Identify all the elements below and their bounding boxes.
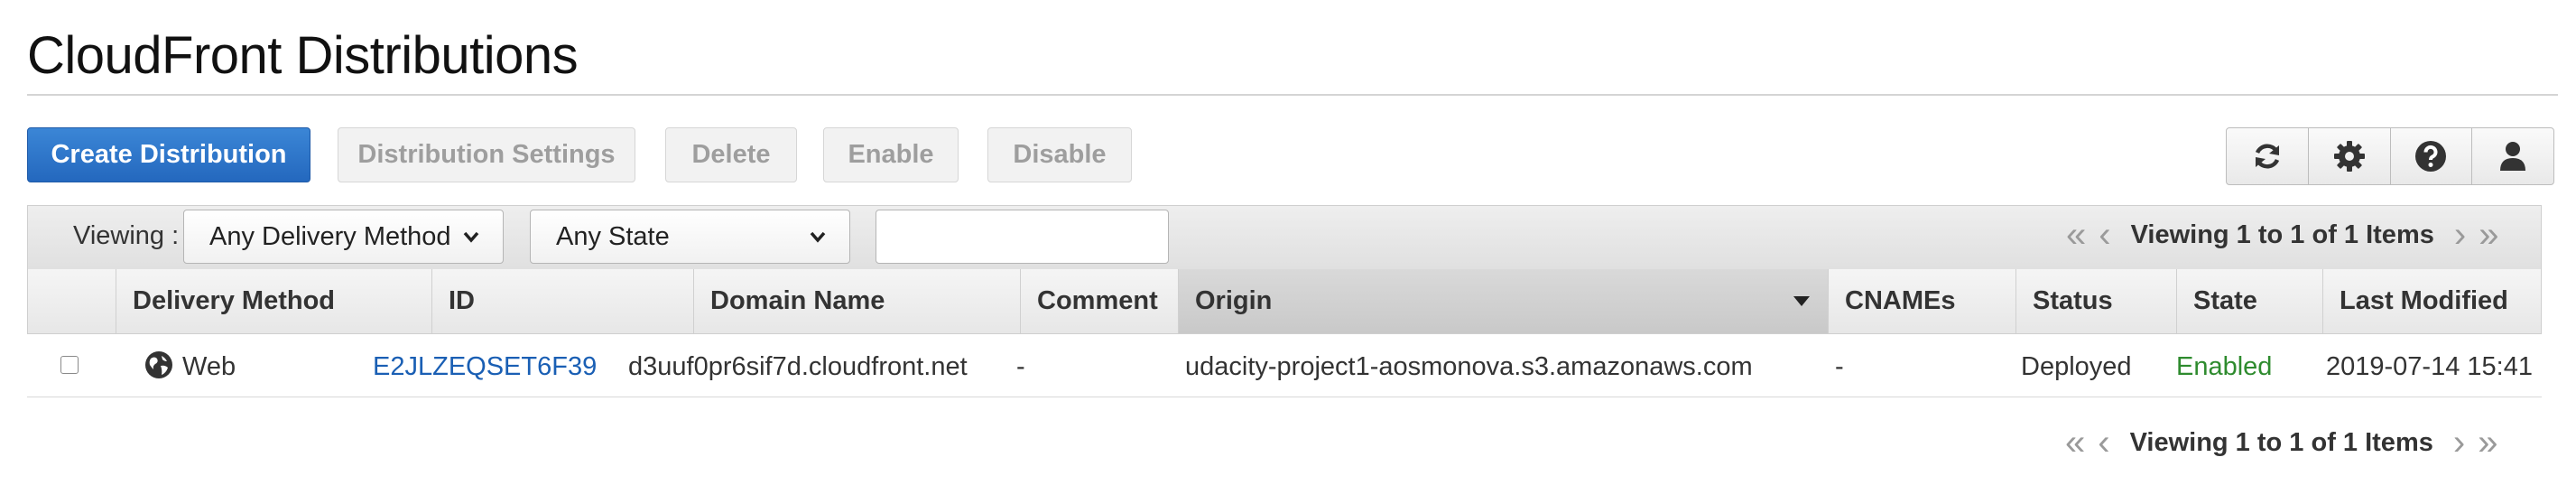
title-divider xyxy=(27,94,2558,96)
column-header-domain-name[interactable]: Domain Name xyxy=(694,269,1021,333)
last-page-icon[interactable]: » xyxy=(2479,217,2498,253)
last-page-icon[interactable]: » xyxy=(2478,425,2497,461)
state-cell: Enabled xyxy=(2176,352,2273,381)
help-button[interactable] xyxy=(2391,128,2473,184)
enable-button[interactable]: Enable xyxy=(823,127,959,182)
table-row[interactable]: Web E2JLZEQSET6F39 d3uuf0pr6sif7d.cloudf… xyxy=(27,334,2542,397)
pager-bottom: « ‹ Viewing 1 to 1 of 1 Items › » xyxy=(2065,425,2497,461)
delivery-method-select[interactable]: Any Delivery Method xyxy=(183,210,504,264)
delivery-method-cell: Web xyxy=(182,352,236,381)
globe-icon xyxy=(145,351,172,378)
chevron-down-icon xyxy=(463,231,479,243)
pager-text: Viewing 1 to 1 of 1 Items xyxy=(2129,427,2433,457)
delete-button[interactable]: Delete xyxy=(665,127,797,182)
distribution-id-link[interactable]: E2JLZEQSET6F39 xyxy=(373,352,597,382)
pager-text: Viewing 1 to 1 of 1 Items xyxy=(2130,219,2434,249)
first-page-icon[interactable]: « xyxy=(2066,217,2086,253)
row-checkbox[interactable] xyxy=(60,356,79,374)
sort-descending-icon xyxy=(1793,296,1810,306)
cloudfront-page: CloudFront Distributions Create Distribu… xyxy=(0,0,2576,504)
prev-page-icon[interactable]: ‹ xyxy=(2099,217,2110,253)
status-cell: Deployed xyxy=(2021,352,2132,381)
cnames-cell: - xyxy=(1835,352,1844,381)
distribution-settings-button[interactable]: Distribution Settings xyxy=(338,127,635,182)
prev-page-icon[interactable]: ‹ xyxy=(2098,425,2109,461)
search-input[interactable] xyxy=(876,210,1169,264)
next-page-icon[interactable]: › xyxy=(2454,217,2466,253)
column-header-comment[interactable]: Comment xyxy=(1021,269,1179,333)
state-value: Any State xyxy=(556,221,670,251)
chevron-down-icon xyxy=(810,231,826,243)
column-header-cnames[interactable]: CNAMEs xyxy=(1829,269,2016,333)
pager-top: « ‹ Viewing 1 to 1 of 1 Items › » xyxy=(2066,217,2498,253)
column-header-origin[interactable]: Origin xyxy=(1179,269,1829,333)
delivery-method-value: Any Delivery Method xyxy=(209,221,451,251)
filter-bar: Viewing : Any Delivery Method Any State … xyxy=(27,205,2542,270)
comment-cell: - xyxy=(1016,352,1025,381)
select-column-header xyxy=(28,269,116,333)
column-header-delivery-method[interactable]: Delivery Method xyxy=(116,269,432,333)
domain-name-cell: d3uuf0pr6sif7d.cloudfront.net xyxy=(628,352,968,381)
column-header-last-modified[interactable]: Last Modified xyxy=(2323,269,2543,333)
viewing-label: Viewing : xyxy=(73,221,180,250)
user-icon xyxy=(2500,142,2526,171)
column-header-status[interactable]: Status xyxy=(2016,269,2177,333)
create-distribution-button[interactable]: Create Distribution xyxy=(27,127,310,182)
user-button[interactable] xyxy=(2472,128,2553,184)
gear-icon xyxy=(2333,141,2365,172)
next-page-icon[interactable]: › xyxy=(2453,425,2465,461)
first-page-icon[interactable]: « xyxy=(2065,425,2085,461)
disable-button[interactable]: Disable xyxy=(987,127,1132,182)
help-icon xyxy=(2415,141,2447,172)
origin-cell: udacity-project1-aosmonova.s3.amazonaws.… xyxy=(1185,352,1753,381)
last-modified-cell: 2019-07-14 15:41 xyxy=(2326,352,2533,381)
settings-button[interactable] xyxy=(2309,128,2391,184)
column-header-state[interactable]: State xyxy=(2177,269,2323,333)
toolbar-icon-group xyxy=(2226,127,2554,185)
table-header: Delivery Method ID Domain Name Comment O… xyxy=(27,269,2542,334)
page-title: CloudFront Distributions xyxy=(27,26,579,85)
column-header-origin-label: Origin xyxy=(1195,286,1273,315)
refresh-button[interactable] xyxy=(2227,128,2309,184)
refresh-icon xyxy=(2255,144,2279,169)
column-header-id[interactable]: ID xyxy=(432,269,694,333)
state-select[interactable]: Any State xyxy=(530,210,850,264)
